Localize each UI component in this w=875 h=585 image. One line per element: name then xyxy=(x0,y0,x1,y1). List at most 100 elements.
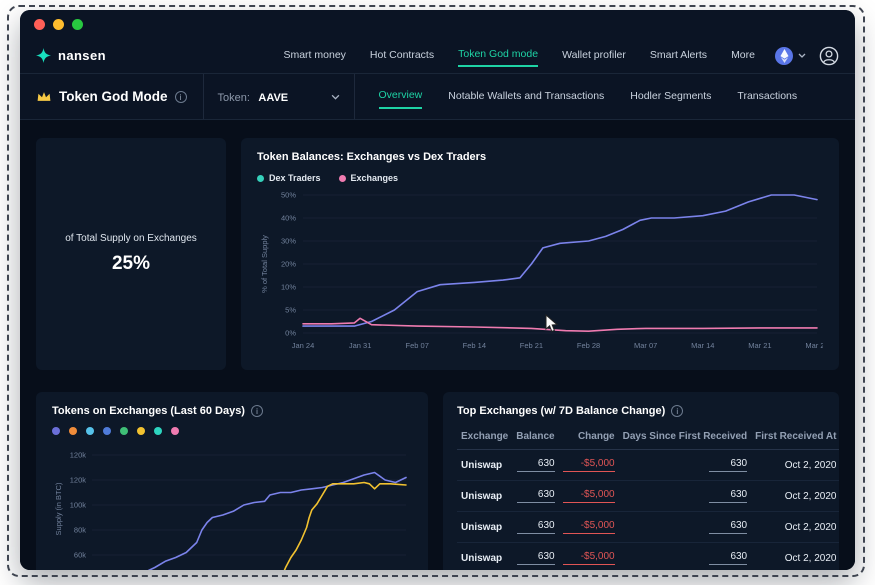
svg-text:% of Total Supply: % of Total Supply xyxy=(260,235,269,293)
svg-text:Feb 14: Feb 14 xyxy=(463,341,486,350)
table-row: Uniswap630-$5,000630Oct 2, 2020 xyxy=(457,450,839,481)
legend-item-dex-traders[interactable]: Dex Traders xyxy=(257,173,321,183)
negative-change-value[interactable]: -$5,000 xyxy=(563,458,615,472)
svg-text:120k: 120k xyxy=(70,476,87,485)
legend-dot-4[interactable] xyxy=(103,427,111,435)
token-select-label: Token: xyxy=(218,92,250,104)
page-header: Token God Mode i Token: AAVE OverviewNot… xyxy=(20,74,855,120)
cell-balance: 630 xyxy=(512,481,558,512)
tokens-on-exchanges-card: Tokens on Exchanges (Last 60 Days) i 120… xyxy=(36,392,428,570)
table-row: Uniswap 630 -$5,000 630 Oct 2, 2020 xyxy=(457,543,839,571)
legend-dot-icon xyxy=(339,175,346,182)
balances-chart[interactable]: 0%5%10%20%30%40%50%Jan 24Jan 31Feb 07Feb… xyxy=(257,185,823,355)
tab-transactions[interactable]: Transactions xyxy=(737,85,797,108)
nav-items: Smart money Hot Contracts Token God mode Wa… xyxy=(283,44,755,67)
negative-change-value[interactable]: -$5,000 xyxy=(563,551,615,565)
info-icon[interactable]: i xyxy=(671,405,683,417)
legend-dot-7[interactable] xyxy=(154,427,162,435)
legend-dot-8[interactable] xyxy=(171,427,179,435)
navbar: nansen Smart money Hot Contracts Token God… xyxy=(20,38,855,74)
cell-first-received-at: Oct 2, 2020 xyxy=(751,543,839,571)
value-with-tooltip[interactable]: 630 xyxy=(709,458,747,472)
nav-item-more[interactable]: More xyxy=(731,45,755,66)
svg-text:50%: 50% xyxy=(281,191,296,200)
value-with-tooltip[interactable]: 630 xyxy=(709,551,747,565)
supply-value: 25% xyxy=(112,253,150,275)
svg-text:100k: 100k xyxy=(70,501,87,510)
cell-days-since-first-received: 630 xyxy=(619,512,752,543)
nansen-logo-icon xyxy=(36,48,51,63)
legend-dot-3[interactable] xyxy=(86,427,94,435)
token-select[interactable]: Token: AAVE xyxy=(204,74,354,119)
cell-change: -$5,000 xyxy=(559,481,619,512)
column-header-exchange[interactable]: Exchange xyxy=(457,426,512,450)
app-window: nansen Smart money Hot Contracts Token God… xyxy=(20,10,855,570)
cell-days-since-first-received: 630 xyxy=(619,450,752,481)
legend-dot-1[interactable] xyxy=(52,427,60,435)
cell-exchange: Uniswap xyxy=(457,512,512,543)
svg-text:Jan 24: Jan 24 xyxy=(292,341,315,350)
brand-name: nansen xyxy=(58,48,106,63)
cell-balance: 630 xyxy=(512,450,558,481)
close-button[interactable] xyxy=(34,19,45,30)
value-with-tooltip[interactable]: 630 xyxy=(517,458,555,472)
supply-card: of Total Supply on Exchanges 25% xyxy=(36,138,226,370)
tokens-chart[interactable]: 120k120k100k80k60kSupply (in BTC) xyxy=(52,439,412,570)
svg-text:20%: 20% xyxy=(281,260,296,269)
column-header-change[interactable]: Change xyxy=(559,426,619,450)
minimize-button[interactable] xyxy=(53,19,64,30)
account-button[interactable] xyxy=(819,46,839,66)
table-row: Uniswap630-$5,000630Oct 2, 2020 xyxy=(457,481,839,512)
info-icon[interactable]: i xyxy=(251,405,263,417)
cell-exchange: Uniswap xyxy=(457,543,512,571)
main-content: of Total Supply on Exchanges 25% Token B… xyxy=(20,120,855,570)
column-header-days-since-first-received[interactable]: Days Since First Received xyxy=(619,426,752,450)
cell-change: -$5,000 xyxy=(559,543,619,571)
brand[interactable]: nansen xyxy=(36,48,106,63)
tab-hodler-segments[interactable]: Hodler Segments xyxy=(630,85,711,108)
svg-text:0%: 0% xyxy=(285,329,296,338)
cell-days-since-first-received: 630 xyxy=(619,543,752,571)
column-header-first-received-at[interactable]: First Received At xyxy=(751,426,839,450)
column-header-balance[interactable]: Balance xyxy=(512,426,558,450)
value-with-tooltip[interactable]: 630 xyxy=(517,489,555,503)
nav-item-wallet-profiler[interactable]: Wallet profiler xyxy=(562,45,626,66)
value-with-tooltip[interactable]: 630 xyxy=(517,520,555,534)
nav-icons xyxy=(775,46,839,66)
nav-item-smart-alerts[interactable]: Smart Alerts xyxy=(650,45,707,66)
value-with-tooltip[interactable]: 630 xyxy=(709,520,747,534)
maximize-button[interactable] xyxy=(72,19,83,30)
value-with-tooltip[interactable]: 630 xyxy=(709,489,747,503)
crown-icon xyxy=(36,90,52,103)
supply-caption: of Total Supply on Exchanges xyxy=(65,233,197,244)
tab-notable-wallets-and-transactions[interactable]: Notable Wallets and Transactions xyxy=(448,85,604,108)
legend-dot-2[interactable] xyxy=(69,427,77,435)
info-icon[interactable]: i xyxy=(175,91,187,103)
legend-item-exchanges[interactable]: Exchanges xyxy=(339,173,399,183)
legend-dot-5[interactable] xyxy=(120,427,128,435)
negative-change-value[interactable]: -$5,000 xyxy=(563,489,615,503)
svg-text:60k: 60k xyxy=(74,551,86,560)
legend-label: Exchanges xyxy=(351,173,399,183)
titlebar xyxy=(20,10,855,38)
cell-exchange: Uniswap xyxy=(457,481,512,512)
tab-overview[interactable]: Overview xyxy=(379,84,423,109)
cell-first-received-at: Oct 2, 2020 xyxy=(751,512,839,543)
cell-days-since-first-received: 630 xyxy=(619,481,752,512)
chain-selector[interactable] xyxy=(775,47,806,65)
legend-dot-6[interactable] xyxy=(137,427,145,435)
table-row: Uniswap 630 -$5,000 630 Oct 2, 2020 xyxy=(457,512,839,543)
svg-text:Mar 21: Mar 21 xyxy=(748,341,771,350)
nav-item-hot-contracts[interactable]: Hot Contracts xyxy=(370,45,434,66)
nav-item-smart-money[interactable]: Smart money xyxy=(283,45,345,66)
header-tabs: Overview Notable Wallets and Transactions… xyxy=(355,74,856,119)
svg-text:5%: 5% xyxy=(285,306,296,315)
cell-balance: 630 xyxy=(512,512,558,543)
top-exchanges-card: Top Exchanges (w/ 7D Balance Change) i E… xyxy=(443,392,839,570)
negative-change-value[interactable]: -$5,000 xyxy=(563,520,615,534)
svg-text:Mar 28: Mar 28 xyxy=(805,341,823,350)
svg-text:Jan 31: Jan 31 xyxy=(349,341,372,350)
value-with-tooltip[interactable]: 630 xyxy=(517,551,555,565)
nav-item-token-god-mode[interactable]: Token God mode xyxy=(458,44,538,67)
legend-dot-icon xyxy=(257,175,264,182)
